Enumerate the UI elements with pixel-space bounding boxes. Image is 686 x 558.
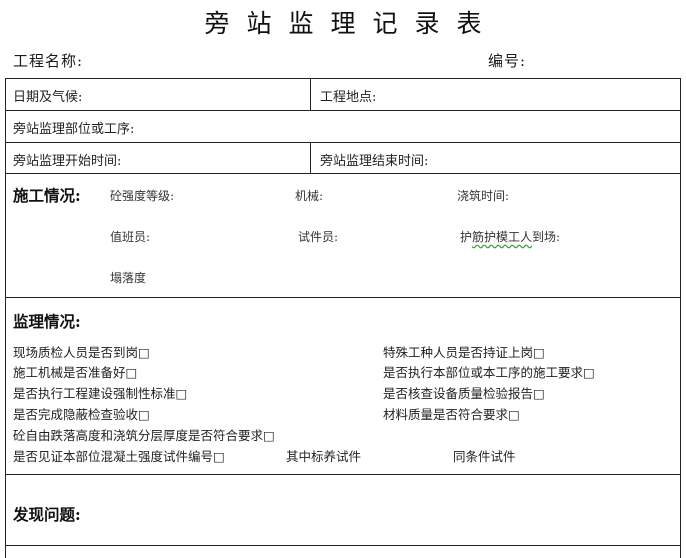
- location-field: 工程地点:: [320, 90, 377, 105]
- checklist-item: 是否执行工程建设强制性标准□: [13, 386, 188, 401]
- duty-staff-field: 值班员:: [110, 230, 151, 244]
- rebar-worker-suffix: 到场:: [532, 230, 561, 244]
- spellcheck-mark: 筋护模工人: [472, 230, 533, 244]
- concrete-grade-field: 砼强度等级:: [110, 189, 175, 203]
- row-divider: [5, 110, 681, 111]
- supervision-section-title: 监理情况:: [13, 312, 81, 331]
- checklist-item: 施工机械是否准备好□: [13, 365, 138, 380]
- row-divider: [5, 142, 681, 143]
- checklist-item: 砼自由跌落高度和浇筑分层厚度是否符合要求□: [13, 428, 275, 443]
- machinery-field: 机械:: [295, 189, 324, 203]
- serial-number-label: 编号:: [488, 52, 527, 70]
- checklist-item: 特殊工种人员是否持证上岗□: [383, 345, 545, 360]
- same-condition-specimen-label: 同条件试件: [453, 449, 516, 464]
- checklist-item: 现场质检人员是否到岗□: [13, 345, 150, 360]
- checklist-item: 是否执行本部位或本工序的施工要求□: [383, 365, 595, 380]
- checklist-item: 是否完成隐蔽检查验收□: [13, 407, 150, 422]
- row-divider: [5, 474, 681, 475]
- checklist-item: 是否核查设备质量检验报告□: [383, 386, 545, 401]
- slump-field: 塌落度: [110, 271, 147, 285]
- date-weather-field: 日期及气候:: [13, 90, 83, 105]
- rebar-worker-prefix: 护: [460, 230, 473, 244]
- page-title: 旁站监理记录表: [204, 9, 499, 38]
- start-time-field: 旁站监理开始时间:: [13, 154, 122, 169]
- checklist-item: 是否见证本部位混凝土强度试件编号□: [13, 449, 225, 464]
- part-process-field: 旁站监理部位或工序:: [13, 122, 135, 137]
- tester-field: 试件员:: [298, 230, 339, 244]
- row-divider: [5, 545, 681, 546]
- row-divider: [5, 297, 681, 298]
- column-divider: [310, 78, 311, 110]
- problems-section-title: 发现问题:: [13, 505, 81, 524]
- construction-section-title: 施工情况:: [13, 186, 81, 205]
- rebar-worker-field: 护筋护模工人到场:: [460, 228, 560, 245]
- end-time-field: 旁站监理结束时间:: [320, 154, 429, 169]
- standard-cure-specimen-label: 其中标养试件: [286, 449, 362, 464]
- row-divider: [5, 173, 681, 174]
- pour-time-field: 浇筑时间:: [457, 189, 510, 203]
- checklist-item: 材料质量是否符合要求□: [383, 407, 520, 422]
- column-divider: [310, 142, 311, 173]
- project-name-label: 工程名称:: [13, 52, 84, 70]
